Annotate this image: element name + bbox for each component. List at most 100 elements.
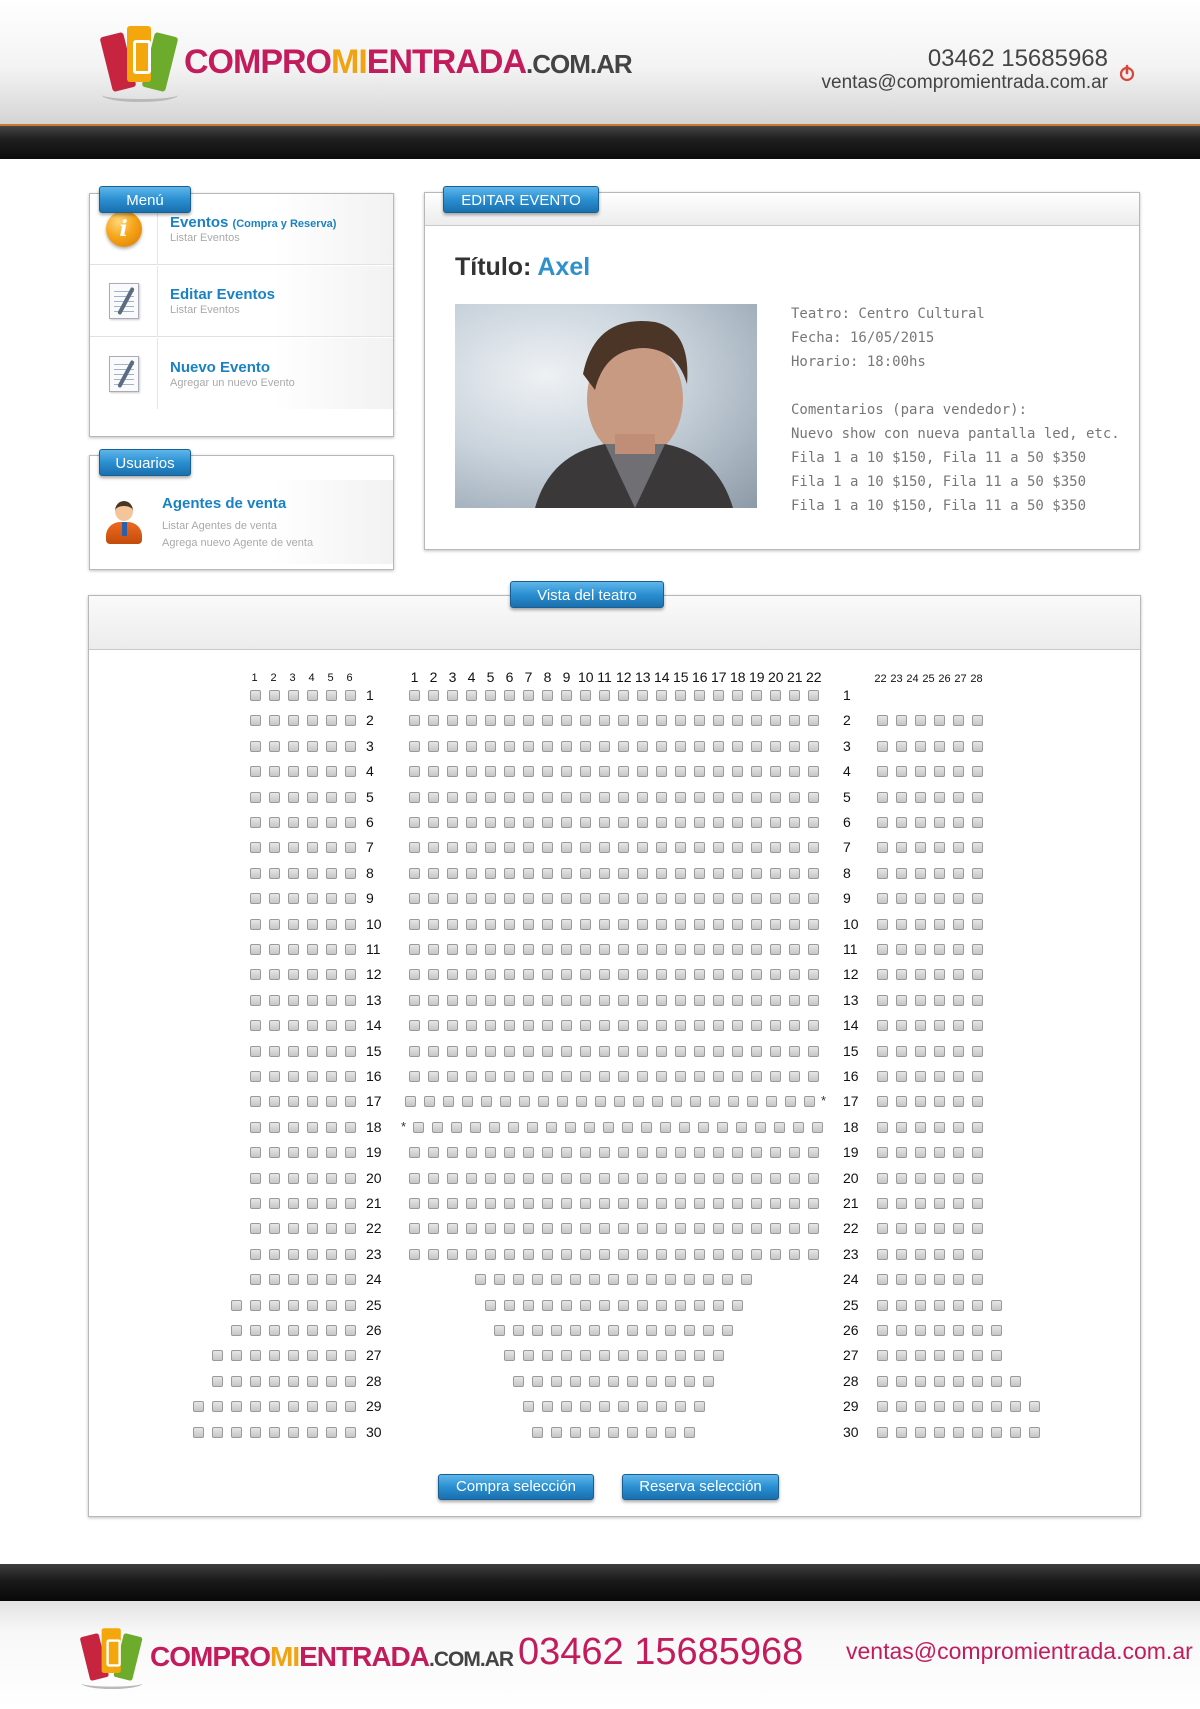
seat-center[interactable]: [409, 1071, 420, 1082]
seat-center[interactable]: [599, 766, 610, 777]
seat-left[interactable]: [250, 817, 261, 828]
seat-left[interactable]: [250, 1274, 261, 1285]
seat-center[interactable]: [789, 842, 800, 853]
seat-right[interactable]: [896, 1173, 907, 1184]
seat-center[interactable]: [675, 741, 686, 752]
seat-center[interactable]: [599, 1046, 610, 1057]
seat-left[interactable]: [345, 919, 356, 930]
seat-center[interactable]: [690, 1096, 701, 1107]
seat-center[interactable]: [703, 1376, 714, 1387]
menu-item-editar-eventos[interactable]: Editar Eventos Listar Eventos: [90, 265, 393, 337]
seat-center[interactable]: [656, 766, 667, 777]
seat-center[interactable]: [694, 1147, 705, 1158]
seat-center[interactable]: [485, 1020, 496, 1031]
seat-center[interactable]: [428, 690, 439, 701]
seat-center[interactable]: [485, 868, 496, 879]
seat-center[interactable]: [561, 690, 572, 701]
seat-center[interactable]: [519, 1096, 530, 1107]
seat-center[interactable]: [447, 1198, 458, 1209]
seat-center[interactable]: [542, 1173, 553, 1184]
seat-center[interactable]: [770, 1198, 781, 1209]
seat-center[interactable]: [523, 741, 534, 752]
seat-right[interactable]: [877, 792, 888, 803]
seat-center[interactable]: [599, 1147, 610, 1158]
seat-center[interactable]: [675, 1350, 686, 1361]
seat-center[interactable]: [466, 1071, 477, 1082]
seat-center[interactable]: [584, 1122, 595, 1133]
seat-center[interactable]: [637, 1173, 648, 1184]
seat-right[interactable]: [896, 1198, 907, 1209]
seat-center[interactable]: [409, 842, 420, 853]
seat-center[interactable]: [523, 715, 534, 726]
seat-left[interactable]: [326, 1122, 337, 1133]
seat-center[interactable]: [808, 868, 819, 879]
seat-center[interactable]: [580, 1300, 591, 1311]
seat-center[interactable]: [428, 1046, 439, 1057]
seat-center[interactable]: [618, 1020, 629, 1031]
seat-left[interactable]: [269, 919, 280, 930]
seat-center[interactable]: [504, 690, 515, 701]
seat-right[interactable]: [877, 1096, 888, 1107]
seat-center[interactable]: [808, 817, 819, 828]
seat-center[interactable]: [523, 1223, 534, 1234]
seat-right[interactable]: [953, 1427, 964, 1438]
seat-center[interactable]: [599, 1071, 610, 1082]
seat-right[interactable]: [953, 741, 964, 752]
menu-item-agentes[interactable]: Agentes de venta Listar Agentes de venta…: [90, 480, 393, 564]
seat-center[interactable]: [409, 1249, 420, 1260]
seat-left[interactable]: [250, 893, 261, 904]
seat-left[interactable]: [269, 690, 280, 701]
seat-center[interactable]: [580, 842, 591, 853]
seat-left[interactable]: [288, 1249, 299, 1260]
seat-center[interactable]: [684, 1376, 695, 1387]
seat-center[interactable]: [523, 995, 534, 1006]
seat-center[interactable]: [808, 893, 819, 904]
seat-right[interactable]: [915, 868, 926, 879]
seat-center[interactable]: [732, 817, 743, 828]
seat-right[interactable]: [953, 995, 964, 1006]
seat-center[interactable]: [698, 1122, 709, 1133]
seat-center[interactable]: [618, 1249, 629, 1260]
seat-center[interactable]: [504, 1020, 515, 1031]
seat-center[interactable]: [751, 969, 762, 980]
seat-center[interactable]: [494, 1325, 505, 1336]
seat-center[interactable]: [561, 919, 572, 930]
seat-left[interactable]: [326, 1300, 337, 1311]
seat-center[interactable]: [694, 741, 705, 752]
seat-center[interactable]: [580, 1223, 591, 1234]
seat-left[interactable]: [269, 1427, 280, 1438]
seat-center[interactable]: [637, 817, 648, 828]
seat-left[interactable]: [269, 1249, 280, 1260]
seat-center[interactable]: [713, 919, 724, 930]
seat-center[interactable]: [485, 1046, 496, 1057]
seat-right[interactable]: [991, 1350, 1002, 1361]
seat-left[interactable]: [345, 1249, 356, 1260]
seat-center[interactable]: [656, 995, 667, 1006]
seat-center[interactable]: [428, 995, 439, 1006]
seat-center[interactable]: [637, 1198, 648, 1209]
seat-left[interactable]: [269, 1274, 280, 1285]
seat-center[interactable]: [580, 817, 591, 828]
seat-left[interactable]: [212, 1401, 223, 1412]
seat-right[interactable]: [915, 995, 926, 1006]
seat-right[interactable]: [953, 1350, 964, 1361]
seat-left[interactable]: [345, 766, 356, 777]
seat-left[interactable]: [288, 1325, 299, 1336]
seat-center[interactable]: [741, 1274, 752, 1285]
agentes-sub-list[interactable]: Listar Agentes de venta: [162, 520, 313, 532]
seat-left[interactable]: [307, 868, 318, 879]
seat-center[interactable]: [557, 1096, 568, 1107]
seat-right[interactable]: [915, 893, 926, 904]
seat-center[interactable]: [466, 842, 477, 853]
seat-right[interactable]: [915, 1147, 926, 1158]
seat-center[interactable]: [713, 1198, 724, 1209]
seat-center[interactable]: [428, 868, 439, 879]
seat-right[interactable]: [972, 1096, 983, 1107]
seat-right[interactable]: [896, 868, 907, 879]
seat-center[interactable]: [485, 995, 496, 1006]
seat-center[interactable]: [523, 969, 534, 980]
seat-right[interactable]: [934, 1173, 945, 1184]
seat-right[interactable]: [934, 1427, 945, 1438]
seat-center[interactable]: [504, 766, 515, 777]
seat-center[interactable]: [466, 1046, 477, 1057]
